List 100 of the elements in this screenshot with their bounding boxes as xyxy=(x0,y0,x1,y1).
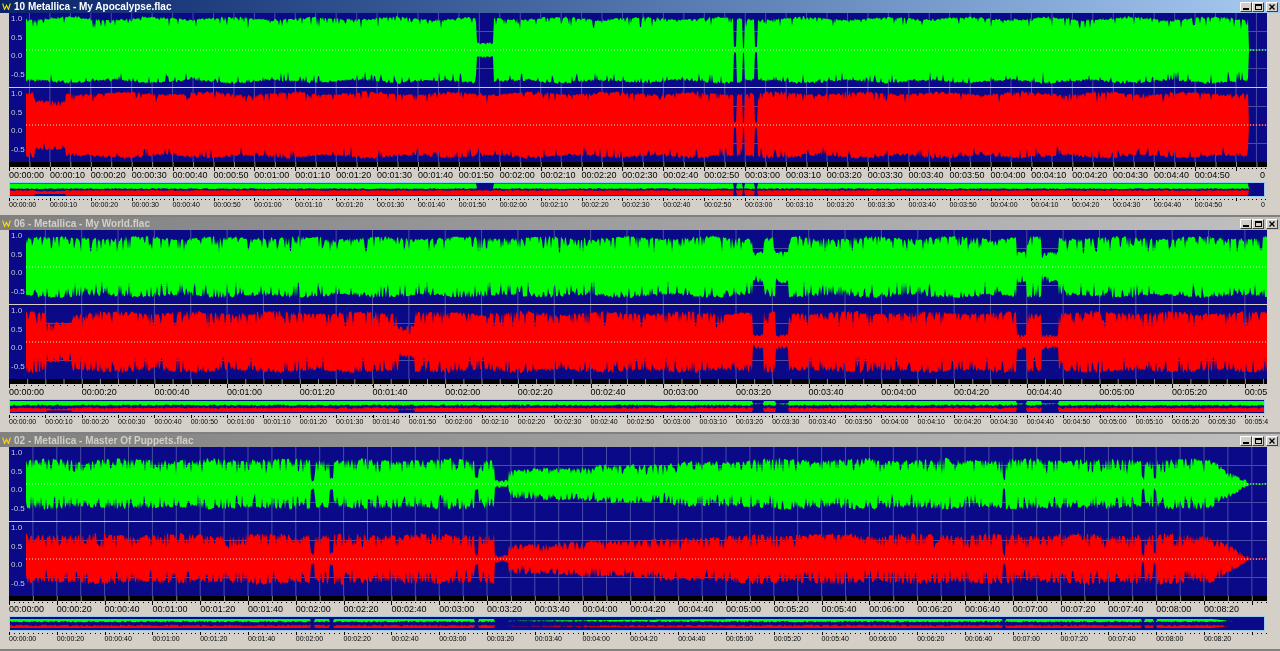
time-label: 00:02:40 xyxy=(590,388,626,397)
close-icon xyxy=(1269,3,1275,10)
time-label: 00:04:40 xyxy=(678,605,714,614)
time-label: 00:03:30 xyxy=(867,171,903,180)
time-label: 00:04:40 xyxy=(1026,388,1062,397)
close-button[interactable] xyxy=(1266,218,1278,229)
minimize-icon xyxy=(1243,7,1249,10)
time-label: 00:08:00 xyxy=(1156,605,1192,614)
scale-label: -0.5 xyxy=(11,362,25,371)
time-label: 00:03:00 xyxy=(663,388,699,397)
scale-label: 0.5 xyxy=(11,325,23,334)
scale-label: 0.5 xyxy=(11,250,23,259)
time-label: 00:00:00 xyxy=(9,605,45,614)
time-label: 00:07:20 xyxy=(1060,605,1096,614)
time-label: 00:02:20 xyxy=(343,605,379,614)
time-label: 00:04:20 xyxy=(630,605,666,614)
scale-label: 0.5 xyxy=(11,467,23,476)
time-label: 00:04:20 xyxy=(953,388,989,397)
time-label: 00:01:20 xyxy=(336,171,372,180)
time-label: 00:01:30 xyxy=(377,171,413,180)
time-label: 00:02:00 xyxy=(445,388,481,397)
time-label: 00:01:50 xyxy=(458,171,494,180)
zigzag-icon xyxy=(2,3,11,10)
time-label: 00:02:10 xyxy=(540,171,576,180)
time-label: 00:02:50 xyxy=(704,171,740,180)
scale-label: 0.5 xyxy=(11,108,23,117)
minimize-button[interactable] xyxy=(1240,1,1252,12)
time-label: 00:03:00 xyxy=(439,605,475,614)
time-label: 00:03:20 xyxy=(486,605,522,614)
time-label: 00:06:20 xyxy=(917,605,953,614)
time-label: 00:05:40 xyxy=(821,605,857,614)
time-label: 00:03:10 xyxy=(785,171,821,180)
time-label: 00:07:40 xyxy=(1108,605,1144,614)
time-label: 00:04:40 xyxy=(1153,171,1189,180)
time-label: 00:06:40 xyxy=(964,605,1000,614)
scale-label: 0.0 xyxy=(11,561,23,569)
time-label: 00:02:30 xyxy=(622,171,658,180)
minimize-button[interactable] xyxy=(1240,435,1252,446)
time-label: 0 xyxy=(1260,171,1266,180)
maximize-button[interactable] xyxy=(1252,218,1264,229)
minimize-button[interactable] xyxy=(1240,218,1252,229)
scale-label: 1.0 xyxy=(11,90,23,98)
scale-label: 1.0 xyxy=(11,449,23,457)
scale-label: 1.0 xyxy=(11,15,23,23)
scale-label: 0.0 xyxy=(11,127,23,135)
maximize-button[interactable] xyxy=(1252,435,1264,446)
time-label: 00:00:40 xyxy=(172,171,208,180)
scale-label: -0.5 xyxy=(11,579,25,588)
time-label: 00:00:20 xyxy=(90,171,126,180)
close-button[interactable] xyxy=(1266,1,1278,12)
time-label: 00:05:00 xyxy=(725,605,761,614)
time-label: 00:01:20 xyxy=(200,605,236,614)
window-title: 10 Metallica - My Apocalypse.flac xyxy=(14,1,172,12)
time-label: 00:02:40 xyxy=(391,605,427,614)
time-label: 00:03:20 xyxy=(735,388,771,397)
maximize-icon xyxy=(1254,220,1262,227)
window-title: 02 - Metallica - Master Of Puppets.flac xyxy=(14,435,194,446)
time-label: 00:00:10 xyxy=(49,171,85,180)
time-label: 00:08:20 xyxy=(1203,605,1239,614)
time-label: 00:04:00 xyxy=(582,605,618,614)
time-label: 00:02:00 xyxy=(499,171,535,180)
scale-label: -0.5 xyxy=(11,504,25,513)
time-label: 00:03:40 xyxy=(808,388,844,397)
scale-label: 0.5 xyxy=(11,33,23,42)
time-label: 00:04:50 xyxy=(1194,171,1230,180)
time-label: 00:00:20 xyxy=(56,605,92,614)
close-icon xyxy=(1269,437,1275,444)
scale-label: 0.0 xyxy=(11,344,23,352)
minimize-icon xyxy=(1243,441,1249,444)
window-title: 06 - Metallica - My World.flac xyxy=(14,218,150,229)
time-label: 00:04:00 xyxy=(881,388,917,397)
maximize-icon xyxy=(1254,3,1262,10)
time-label: 00:01:00 xyxy=(254,171,290,180)
scale-label: 0.0 xyxy=(11,52,23,60)
time-label: 00:03:50 xyxy=(949,171,985,180)
maximize-button[interactable] xyxy=(1252,1,1264,12)
time-label: 00:01:40 xyxy=(417,171,453,180)
zigzag-icon xyxy=(2,220,11,227)
time-label: 00:00:20 xyxy=(81,388,117,397)
time-label: 00:00:50 xyxy=(213,171,249,180)
time-label: 00:00:00 xyxy=(9,171,45,180)
time-label: 00:00:00 xyxy=(9,388,45,397)
time-label: 00:01:00 xyxy=(152,605,188,614)
time-label: 00:05:20 xyxy=(773,605,809,614)
time-label: 00:01:10 xyxy=(295,171,331,180)
close-button[interactable] xyxy=(1266,435,1278,446)
time-label: 00:02:40 xyxy=(663,171,699,180)
time-label: 00:01:00 xyxy=(227,388,263,397)
scale-label: -0.5 xyxy=(11,70,25,79)
minimize-icon xyxy=(1243,224,1249,227)
time-label: 00:00:40 xyxy=(104,605,140,614)
time-label: 00:03:20 xyxy=(826,171,862,180)
scale-label: -0.5 xyxy=(11,145,25,154)
time-label: 00:02:20 xyxy=(581,171,617,180)
time-label: 00:04:30 xyxy=(1113,171,1149,180)
time-label: 00:00:30 xyxy=(131,171,167,180)
scale-label: 1.0 xyxy=(11,524,23,532)
scale-label: -0.5 xyxy=(11,287,25,296)
scale-label: 1.0 xyxy=(11,232,23,240)
time-label: 00:05:20 xyxy=(1172,388,1208,397)
